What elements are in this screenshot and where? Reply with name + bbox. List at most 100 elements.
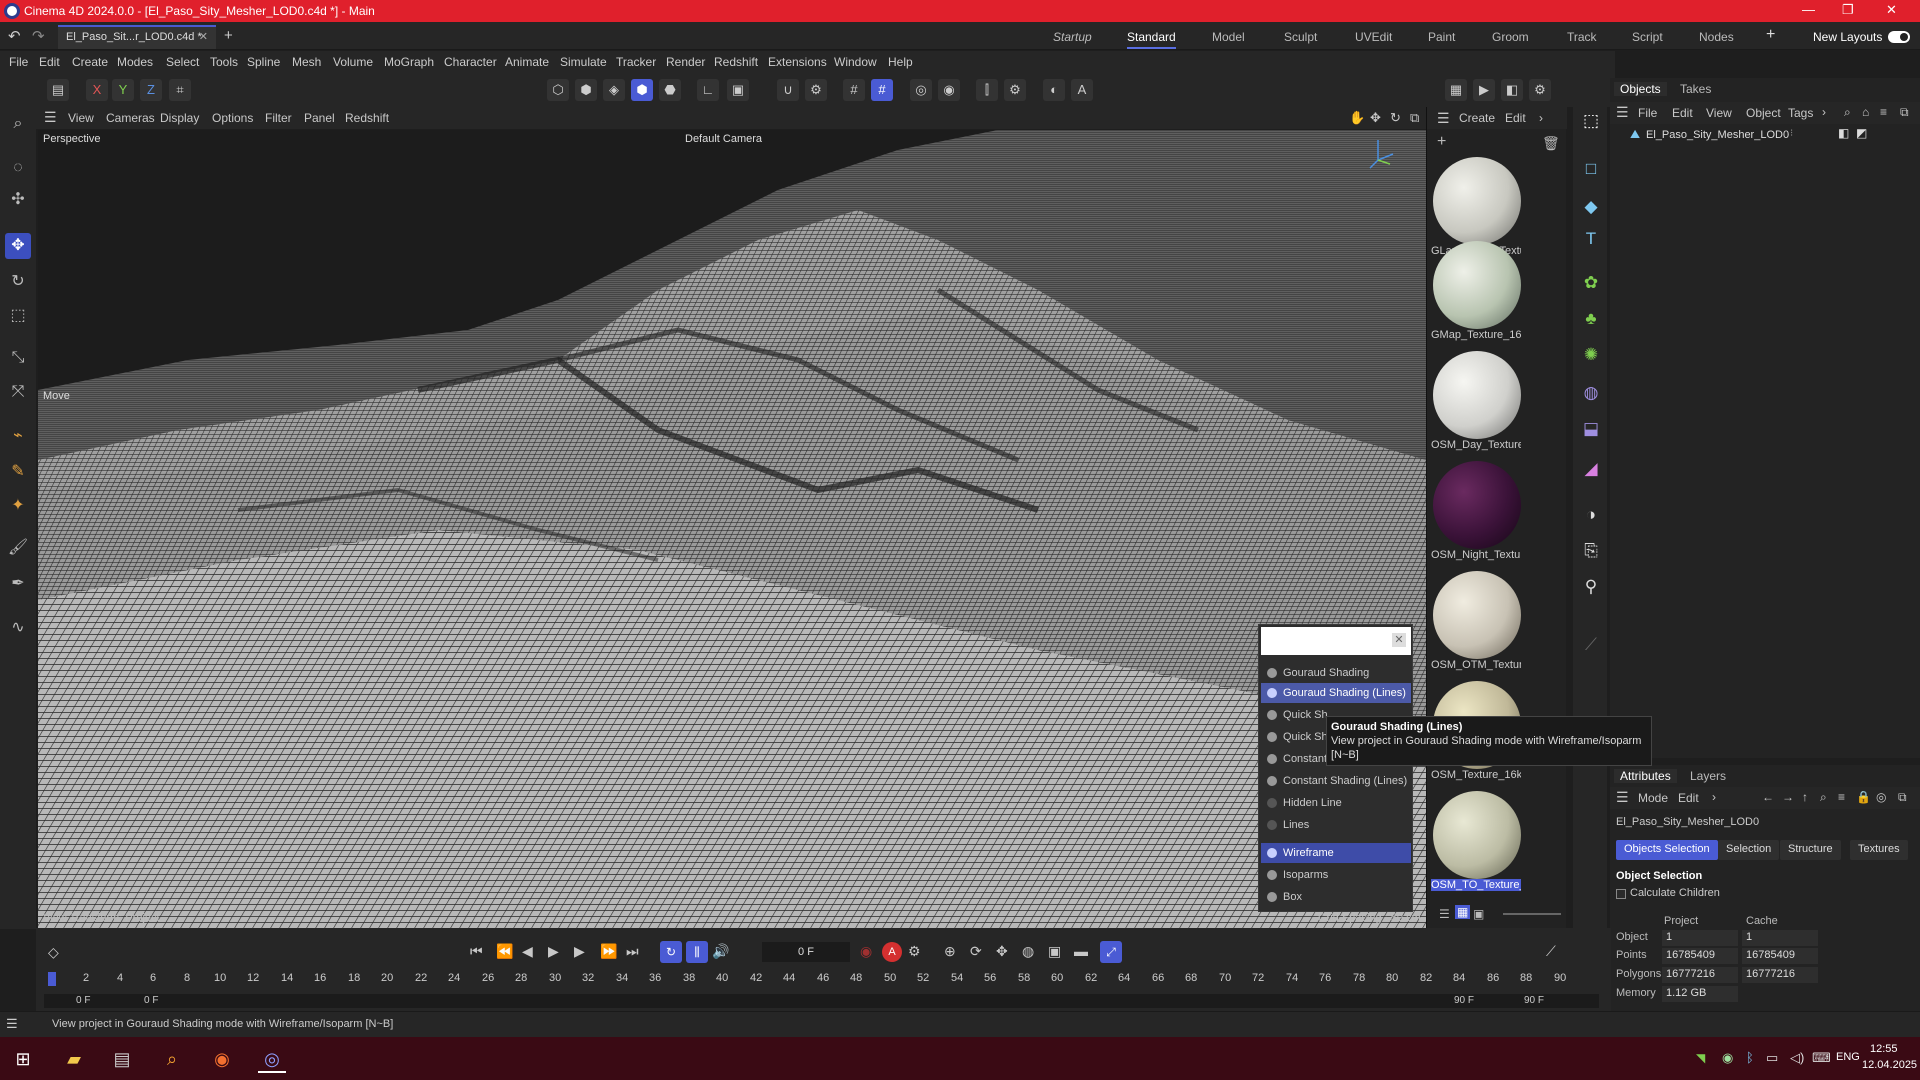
menu-item-constant-shading-lines[interactable]: Constant Shading (Lines) xyxy=(1261,771,1411,791)
clear-search-icon[interactable]: ✕ xyxy=(1392,633,1406,647)
material-menu-icon[interactable]: ☰ xyxy=(1437,110,1450,127)
texture-mode-icon[interactable]: ⬣ xyxy=(659,79,681,101)
keyboard-icon[interactable]: ⌨ xyxy=(1812,1050,1831,1066)
cloner-icon[interactable]: ♣ xyxy=(1579,307,1603,331)
sort-icon[interactable]: ≡ xyxy=(1880,105,1887,119)
cinema4d-taskbar-icon[interactable]: ◎ xyxy=(258,1045,286,1073)
menu-extensions[interactable]: Extensions xyxy=(768,55,827,69)
asset-browser-icon[interactable]: A xyxy=(1071,79,1093,101)
objects-menu-tags[interactable]: Tags xyxy=(1788,106,1813,120)
loop-icon[interactable]: ↻ xyxy=(660,941,682,963)
grid-view-icon[interactable]: ▦ xyxy=(1455,905,1471,919)
points-mode-icon[interactable]: ⬡ xyxy=(547,79,569,101)
search-icon[interactable]: ⌕ xyxy=(1844,105,1851,120)
move-tool-icon[interactable]: ✥ xyxy=(5,233,31,259)
viewport-menu-redshift[interactable]: Redshift xyxy=(345,111,389,125)
3d-viewport[interactable]: Perspective Default Camera Move View Tra… xyxy=(38,130,1426,928)
menu-render[interactable]: Render xyxy=(666,55,705,69)
search-icon[interactable]: ⌕ xyxy=(1820,790,1827,805)
material-item-selected[interactable]: OSM_TO_Texture_ xyxy=(1431,791,1523,891)
notepad-icon[interactable]: ▤ xyxy=(108,1045,136,1073)
sculpt-tool-icon[interactable]: ✒ xyxy=(5,571,31,597)
range-start-field[interactable]: 0 F xyxy=(76,995,90,1006)
edit-render-settings-icon[interactable]: ⚙ xyxy=(1529,79,1551,101)
layout-tab-script[interactable]: Script xyxy=(1632,30,1663,44)
effector-icon[interactable]: ✺ xyxy=(1579,343,1603,367)
tray-app-icon[interactable]: ◉ xyxy=(1722,1050,1733,1066)
camera-icon[interactable]: ⬚ xyxy=(1579,109,1603,133)
live-selection-icon[interactable]: ◌ xyxy=(5,155,31,181)
large-view-icon[interactable]: ▣ xyxy=(1473,907,1484,921)
tab-takes[interactable]: Takes xyxy=(1680,82,1711,96)
back-arrow-icon[interactable]: ← xyxy=(1762,790,1774,804)
menu-edit[interactable]: Edit xyxy=(39,55,60,69)
menu-item-hidden-line[interactable]: Hidden Line xyxy=(1261,793,1411,813)
forward-arrow-icon[interactable]: → xyxy=(1782,790,1794,804)
add-layout-icon[interactable]: + xyxy=(1766,26,1775,44)
menu-mesh[interactable]: Mesh xyxy=(292,55,321,69)
motion-tracking-icon[interactable]: ⤢ xyxy=(1100,941,1122,963)
viewport-menu-options[interactable]: Options xyxy=(212,111,253,125)
sound-icon[interactable]: ◢ xyxy=(1579,457,1603,481)
add-material-icon[interactable]: + xyxy=(1437,133,1446,151)
search-app-icon[interactable]: ⌕ xyxy=(158,1045,186,1073)
new-window-icon[interactable]: ⧉ xyxy=(1900,105,1909,120)
menu-item-lines[interactable]: Lines xyxy=(1261,815,1411,835)
keyframe-icon[interactable]: ◇ xyxy=(48,944,59,961)
menu-window[interactable]: Window xyxy=(834,55,877,69)
play-icon[interactable]: ▶ xyxy=(548,943,559,960)
paint-brush-icon[interactable]: 🖌 xyxy=(5,535,31,561)
layout-tab-track[interactable]: Track xyxy=(1567,30,1597,44)
windows-start-icon[interactable]: ⊞ xyxy=(9,1045,37,1073)
scale-tool-icon[interactable]: ⬚ xyxy=(5,303,31,329)
key-motion-icon[interactable]: ▬ xyxy=(1074,943,1088,959)
zoom-slider[interactable] xyxy=(1503,913,1561,915)
layout-tab-model[interactable]: Model xyxy=(1212,30,1245,44)
subtab-structure[interactable]: Structure xyxy=(1780,840,1841,860)
file-explorer-icon[interactable]: ▰ xyxy=(60,1045,88,1073)
restore-icon[interactable]: ❐ xyxy=(1842,2,1854,18)
render-picture-icon[interactable]: ◉ xyxy=(938,79,960,101)
symmetry-icon[interactable]: ⫿ xyxy=(976,79,998,101)
environment-icon[interactable]: ◑ xyxy=(1579,503,1603,527)
menu-item-isoparms[interactable]: Isoparms xyxy=(1261,865,1411,885)
record-disabled-icon[interactable]: ◉ xyxy=(860,943,872,960)
key-pla-icon[interactable]: ▣ xyxy=(1048,943,1061,960)
spline-tool-icon[interactable]: ∿ xyxy=(5,615,31,641)
material-menu-create[interactable]: Create xyxy=(1459,111,1495,125)
close-tab-icon[interactable]: ✕ xyxy=(199,30,208,43)
orbit-view-icon[interactable]: ↻ xyxy=(1390,110,1401,126)
go-to-start-icon[interactable]: ⏮ xyxy=(470,943,483,960)
polygon-pen-icon[interactable]: ✦ xyxy=(5,493,31,519)
render-to-picture-viewer-icon[interactable]: ◧ xyxy=(1501,79,1523,101)
edges-mode-icon[interactable]: ⬢ xyxy=(575,79,597,101)
key-position-icon[interactable]: ⊕ xyxy=(944,943,956,960)
network-icon[interactable]: ▭ xyxy=(1766,1050,1778,1066)
menu-search-field[interactable]: ✕ xyxy=(1261,627,1411,655)
menu-mograph[interactable]: MoGraph xyxy=(384,55,434,69)
menu-spline[interactable]: Spline xyxy=(247,55,280,69)
attributes-menu-edit[interactable]: Edit xyxy=(1678,791,1699,805)
next-key-icon[interactable]: ⏩ xyxy=(600,943,617,960)
filter-icon[interactable]: ≡ xyxy=(1838,790,1845,804)
range-start2-field[interactable]: 0 F xyxy=(144,995,158,1006)
preview-range-bar[interactable]: 0 F 0 F 90 F 90 F xyxy=(44,994,1599,1008)
playhead[interactable] xyxy=(48,972,56,986)
menu-help[interactable]: Help xyxy=(888,55,913,69)
deformer-palette-icon[interactable]: ◍ xyxy=(1579,381,1603,405)
light-icon[interactable]: ⚲ xyxy=(1579,575,1603,599)
close-window-icon[interactable]: ✕ xyxy=(1886,2,1897,18)
menu-simulate[interactable]: Simulate xyxy=(560,55,607,69)
redshift-render-icon[interactable]: ◐ xyxy=(1043,79,1065,101)
layout-tab-standard[interactable]: Standard xyxy=(1127,30,1176,49)
objects-menu-edit[interactable]: Edit xyxy=(1672,106,1693,120)
menu-animate[interactable]: Animate xyxy=(505,55,549,69)
material-item[interactable]: OSM_Night_Textu xyxy=(1431,461,1523,561)
solo-icon[interactable]: ▣ xyxy=(727,79,749,101)
render-settings-icon[interactable]: ▤ xyxy=(47,79,69,101)
objects-menu-file[interactable]: File xyxy=(1638,106,1657,120)
home-icon[interactable]: ⌂ xyxy=(1862,105,1869,119)
layout-tab-startup[interactable]: Startup xyxy=(1053,30,1092,44)
calculate-children-checkbox[interactable] xyxy=(1616,889,1626,899)
grid-snap-icon[interactable]: # xyxy=(843,79,865,101)
